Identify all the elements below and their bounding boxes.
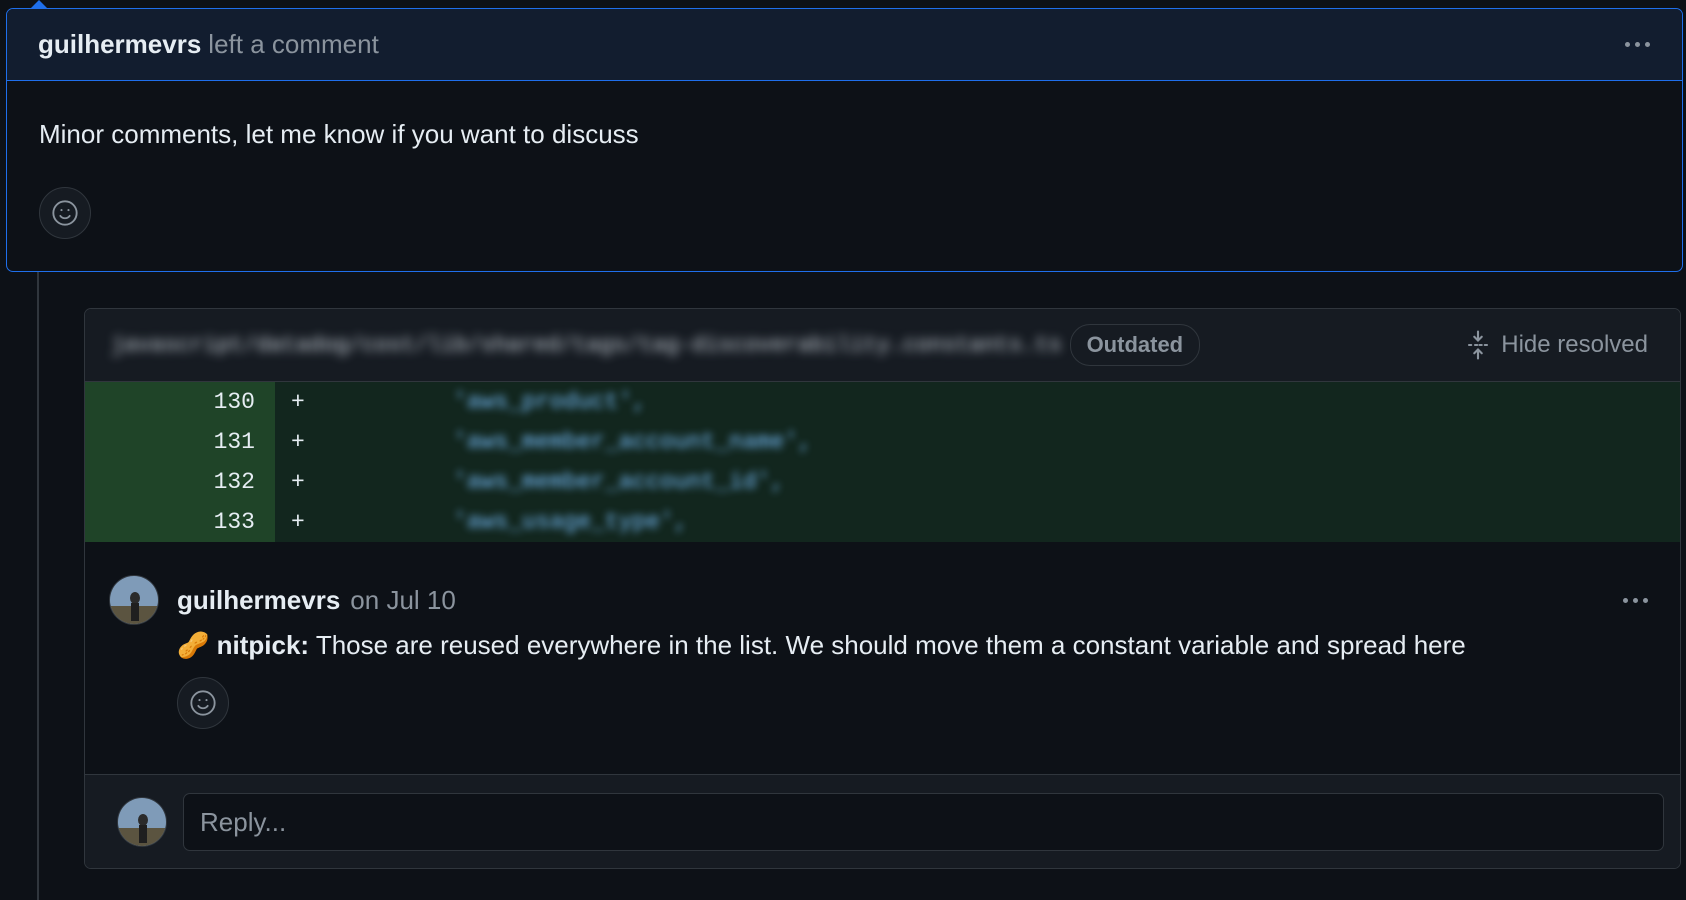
diff-hunk: 130 + 'aws_product', 131 + 'aws_member_acc… <box>85 382 1680 542</box>
review-text: Minor comments, let me know if you want … <box>39 119 639 149</box>
diff-marker: + <box>291 389 305 415</box>
code-text: 'aws_member_account_id', <box>453 469 785 495</box>
add-reaction-button[interactable] <box>177 677 229 729</box>
comment-header: guilhermevrs on Jul 10 <box>109 574 1648 626</box>
line-number[interactable]: 130 <box>85 382 275 422</box>
comment-text: Those are reused everywhere in the list.… <box>309 630 1466 660</box>
hide-resolved-button[interactable]: Hide resolved <box>1465 330 1648 360</box>
reply-area: Reply... <box>85 775 1680 868</box>
comment-more-options-icon[interactable] <box>1623 597 1648 603</box>
line-number[interactable]: 131 <box>85 422 275 462</box>
comment-label: nitpick: <box>216 630 310 660</box>
add-reaction-button[interactable] <box>39 187 91 239</box>
line-number[interactable]: 133 <box>85 502 275 542</box>
review-comment-box: guilhermevrs left a comment Minor commen… <box>6 8 1683 272</box>
reply-input[interactable]: Reply... <box>183 793 1664 851</box>
code-text: 'aws_member_account_name', <box>453 429 812 455</box>
avatar[interactable] <box>109 575 159 625</box>
diff-line: 131 + 'aws_member_account_name', <box>85 422 1680 462</box>
current-user-avatar[interactable] <box>117 797 167 847</box>
review-thread: javascript/datadog/cost/lib/shared/tags/… <box>84 308 1681 869</box>
review-action: left a comment <box>208 29 379 59</box>
diff-line: 130 + 'aws_product', <box>85 382 1680 422</box>
code-text: 'aws_product', <box>453 389 647 415</box>
review-author[interactable]: guilhermevrs <box>38 29 201 60</box>
thread-header: javascript/datadog/cost/lib/shared/tags/… <box>85 309 1680 382</box>
review-body: Minor comments, let me know if you want … <box>7 81 1682 239</box>
line-number[interactable]: 132 <box>85 462 275 502</box>
smiley-icon <box>190 690 216 716</box>
hide-resolved-label: Hide resolved <box>1501 331 1648 358</box>
timeline-caret <box>30 0 48 9</box>
review-header: guilhermevrs left a comment <box>7 9 1682 81</box>
timeline-rail <box>37 272 39 900</box>
review-more-options-icon[interactable] <box>1625 42 1650 47</box>
avatar-image <box>110 576 158 624</box>
comment-author[interactable]: guilhermevrs <box>177 585 340 616</box>
diff-marker: + <box>291 469 305 495</box>
file-path[interactable]: javascript/datadog/cost/lib/shared/tags/… <box>111 333 1062 358</box>
diff-line: 132 + 'aws_member_account_id', <box>85 462 1680 502</box>
diff-line: 133 + 'aws_usage_type', <box>85 502 1680 542</box>
thread-comment: guilhermevrs on Jul 10 🥜 nitpick: Those … <box>85 542 1680 775</box>
comment-date[interactable]: on Jul 10 <box>350 585 456 616</box>
diff-marker: + <box>291 509 305 535</box>
fold-icon <box>1468 330 1489 360</box>
peanut-emoji: 🥜 <box>177 630 210 660</box>
avatar-image <box>118 798 166 846</box>
smiley-icon <box>52 200 78 226</box>
diff-marker: + <box>291 429 305 455</box>
outdated-badge: Outdated <box>1069 324 1201 366</box>
comment-body: 🥜 nitpick: Those are reused everywhere i… <box>177 630 1648 661</box>
code-text: 'aws_usage_type', <box>453 509 688 535</box>
